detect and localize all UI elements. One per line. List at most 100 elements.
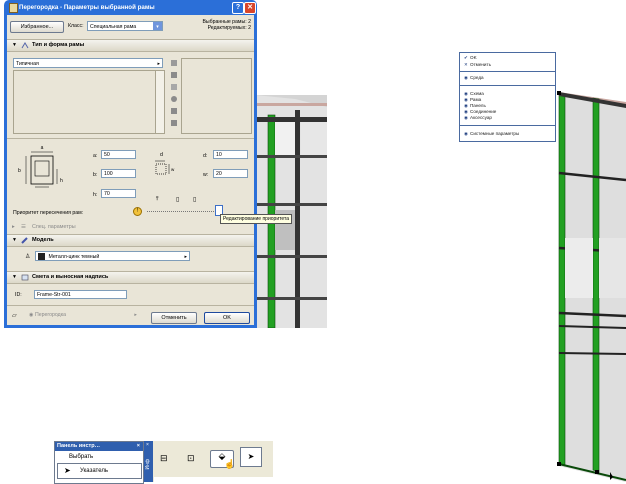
rectangle-method-icon[interactable]: ⊡	[187, 453, 203, 465]
preview-icon-1[interactable]	[171, 60, 177, 66]
frame-profile-diagram: a b h	[18, 145, 63, 188]
chevron-right-icon: ▸	[157, 61, 160, 67]
menu-item-cancel[interactable]: ✕ Отменить	[464, 62, 491, 68]
section-header-type[interactable]: ▼ Тип и форма рамы	[7, 39, 254, 52]
preview-icon-2[interactable]	[171, 72, 177, 78]
dialog-body: Избранное... Класс: Специальная рама ▾ В…	[7, 15, 254, 325]
class-label: Класс:	[68, 23, 84, 29]
diagram-label-h: h	[60, 178, 63, 184]
chevron-down-icon: ▾	[153, 22, 162, 30]
menu-item-ok[interactable]: ✔ OK	[464, 55, 477, 61]
d-input[interactable]: 10	[213, 150, 248, 159]
close-icon[interactable]: ×	[137, 442, 140, 451]
arrow-tool-icon[interactable]: ➤	[240, 447, 262, 467]
class-select[interactable]: Специальная рама ▾	[87, 21, 163, 31]
priority-tooltip: Редактирование приоритета	[220, 214, 292, 224]
dialog-titlebar[interactable]: Перегородка - Параметры выбранной рамы ?…	[4, 0, 257, 15]
w-input[interactable]: 20	[213, 169, 248, 178]
list-scrollbar[interactable]	[155, 70, 165, 134]
toolbox-titlebar[interactable]: Панель инстр… ×	[55, 442, 143, 451]
id-label: ID:	[15, 292, 22, 298]
close-icon[interactable]: ×	[146, 442, 149, 448]
frame-type-icon	[21, 42, 29, 49]
material-value: Металл-цинк темный	[48, 254, 100, 260]
curtain-wall-3d-left	[255, 95, 327, 328]
footer-divider	[7, 305, 254, 306]
listing-icon	[21, 274, 29, 281]
w-label: w:	[203, 172, 209, 178]
menu-item-system-params[interactable]: ◉ Системные параметры	[464, 131, 519, 137]
dialog-app-icon	[9, 3, 18, 13]
pointer-tool[interactable]: ➤ Указатель	[57, 463, 142, 479]
d-w-diagram: w	[155, 160, 175, 175]
favorites-button[interactable]: Избранное...	[10, 21, 64, 33]
brush-icon	[21, 237, 28, 244]
menu-separator	[460, 125, 555, 126]
id-input[interactable]: Frame-Str-001	[34, 290, 127, 299]
section-title-model: Модель	[32, 237, 54, 243]
h-input[interactable]: 70	[101, 189, 136, 198]
section-title-listing: Смета и выносная надпись	[32, 274, 109, 280]
toolbox-title: Панель инстр…	[57, 443, 101, 449]
ok-button[interactable]: OK	[204, 312, 250, 324]
layer-value: Перегородка	[34, 312, 66, 318]
pointer-label: Указатель	[80, 468, 108, 474]
priority-icon-1: ⫯	[156, 196, 159, 202]
pointer-icon: ➤	[64, 466, 71, 475]
menu-item-label: Аксессуар	[470, 115, 492, 120]
section-title-special: Спец. параметры	[32, 224, 76, 230]
geometry-method-icon[interactable]: ⊟	[160, 453, 176, 465]
material-selector[interactable]: Металл-цинк темный ▸	[35, 251, 190, 261]
menu-item-accessory[interactable]: ◉ Аксессуар	[464, 115, 492, 121]
layer-selector[interactable]: ◉ Перегородка ▸	[29, 311, 137, 320]
preview-icon-5[interactable]	[171, 108, 177, 114]
infobox-sidebar[interactable]: × Инф	[144, 441, 153, 482]
b-input[interactable]: 100	[101, 169, 136, 178]
h-label: h:	[93, 192, 98, 198]
d-diagram-label: d	[160, 152, 163, 158]
priority-slider-track[interactable]	[147, 211, 218, 214]
editable-count: Редактируемых: 2	[207, 25, 251, 31]
menu-item-label: Соединение	[470, 109, 497, 114]
menu-item-environment[interactable]: ◉ Среда	[464, 75, 484, 81]
expand-arrow-icon: ▸	[12, 224, 15, 230]
menu-item-label: Рама	[470, 97, 482, 102]
a-input[interactable]: 50	[101, 150, 136, 159]
chevron-right-icon: ▸	[134, 312, 137, 318]
section-header-listing[interactable]: ▼ Смета и выносная надпись	[7, 271, 254, 284]
warning-icon: !	[133, 207, 142, 216]
params-icon: ☰	[21, 224, 26, 230]
menu-item-label: Среда	[470, 75, 484, 80]
section-header-model[interactable]: ▼ Модель	[7, 234, 254, 247]
cursor-icon: ☝	[224, 459, 236, 469]
section-header-special[interactable]: ▸ ☰ Спец. параметры	[7, 223, 254, 232]
preview-icon-4[interactable]	[171, 96, 177, 102]
cancel-button[interactable]: Отменить	[151, 312, 197, 324]
infobox-tab-label: Инф	[145, 459, 151, 470]
context-menu: ✔ OK ✕ Отменить ◉ Среда ◉ Схема ◉ Рама ◉ Панел…	[459, 52, 556, 142]
frame-type-list[interactable]	[13, 70, 157, 134]
layer-icon: ▱	[12, 313, 17, 319]
viewport-3d-right[interactable]	[555, 88, 626, 482]
curtain-wall-3d-right	[557, 91, 626, 482]
viewport-3d-left[interactable]	[255, 95, 327, 328]
section-title-type: Тип и форма рамы	[32, 42, 85, 48]
priority-label: Приоритет пересечения рам:	[13, 210, 84, 216]
divider	[7, 138, 254, 139]
preview-icon-3[interactable]	[171, 84, 177, 90]
preview-icon-6[interactable]	[171, 120, 177, 126]
help-button[interactable]: ?	[232, 2, 244, 14]
menu-item-label: Панель	[470, 103, 486, 108]
close-button[interactable]: ✕	[244, 2, 256, 14]
collapse-arrow-icon: ▼	[12, 42, 17, 48]
infobox-bottom-strip	[154, 477, 273, 482]
frame-preview-box	[181, 58, 252, 134]
frame-type-selector[interactable]: Типичная ▸	[13, 58, 163, 68]
toolbox-panel: Панель инстр… × Выбрать ➤ Указатель	[54, 441, 144, 484]
frame-type-value: Типичная	[16, 61, 39, 67]
collapse-arrow-icon: ▼	[12, 237, 17, 243]
priority-icon-3: ▯	[193, 197, 197, 203]
diagram-label-a: a	[41, 145, 44, 151]
dialog-title: Перегородка - Параметры выбранной рамы	[19, 4, 155, 11]
menu-separator	[460, 71, 555, 72]
